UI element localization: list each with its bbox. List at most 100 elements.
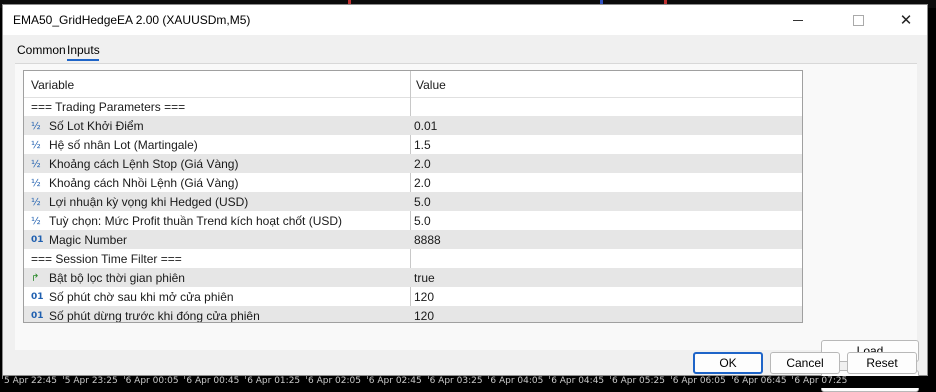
table-header: Variable Value	[24, 71, 802, 98]
table-row[interactable]: ½ Tuỳ chọn: Mức Profit thuần Trend kích h…	[24, 211, 802, 230]
table-row[interactable]: === Trading Parameters ===	[24, 97, 802, 116]
axis-tick	[488, 376, 490, 379]
axis-date-label: 6 Apr 02:45	[368, 376, 422, 386]
active-tab-indicator	[67, 59, 99, 61]
integer-icon: 01	[31, 235, 44, 245]
axis-date-label: 6 Apr 05:25	[612, 376, 665, 386]
axis-tick	[123, 376, 125, 379]
axis-date-label: 6 Apr 01:25	[247, 376, 301, 386]
axis-date-label: 6 Apr 00:45	[186, 376, 240, 386]
table-row[interactable]: === Session Time Filter ===	[24, 249, 802, 268]
cancel-button[interactable]: Cancel	[770, 352, 840, 374]
table-row[interactable]: ↱ Bật bộ lọc thời gian phiên true	[24, 268, 802, 287]
value-cell[interactable]: 5.0	[414, 195, 431, 209]
axis-tick	[366, 376, 368, 379]
axis-tick	[427, 376, 429, 379]
variable-cell: ½ Số Lot Khởi Điểm	[31, 119, 144, 133]
variable-name: Hệ số nhân Lot (Martingale)	[49, 138, 198, 152]
tab-common[interactable]: Common	[17, 43, 66, 57]
variable-name: Số phút dừng trước khi đóng cửa phiên	[49, 309, 260, 323]
minimize-button[interactable]	[775, 5, 821, 35]
variable-cell: ½ Khoảng cách Lệnh Stop (Giá Vàng)	[31, 157, 238, 171]
variable-name: Bật bộ lọc thời gian phiên	[49, 271, 185, 285]
bool-icon: ↱	[31, 272, 40, 284]
variable-cell: === Trading Parameters ===	[31, 100, 185, 114]
value-cell[interactable]: 0.01	[414, 119, 437, 133]
value-cell[interactable]: 120	[414, 309, 434, 322]
table-row[interactable]: ½ Hệ số nhân Lot (Martingale) 1.5	[24, 135, 802, 154]
axis-date-label: 6 Apr 00:05	[125, 376, 179, 386]
double-icon: ½	[31, 215, 41, 227]
ok-button[interactable]: OK	[693, 352, 763, 374]
axis-tick	[610, 376, 611, 379]
variable-name: Số Lot Khởi Điểm	[49, 119, 144, 133]
double-icon: ½	[31, 139, 41, 151]
axis-tick	[792, 376, 794, 379]
axis-tick	[731, 376, 733, 379]
variable-name: Khoảng cách Lệnh Stop (Giá Vàng)	[49, 157, 239, 171]
axis-tick	[549, 376, 551, 379]
table-row[interactable]: ½ Lợi nhuận kỳ vọng khi Hedged (USD) 5.0	[24, 192, 802, 211]
axis-tick	[670, 376, 672, 379]
table-row[interactable]: 01 Số phút dừng trước khi đóng cửa phiên 1…	[24, 306, 802, 323]
double-icon: ½	[31, 177, 41, 189]
title-bar[interactable]: EMA50_GridHedgeEA 2.00 (XAUUSDm,M5) ✕	[3, 5, 927, 35]
chart-time-axis: 5 Apr 22:45 5 Apr 23:25 6 Apr 00:05 6 Apr 0…	[0, 376, 936, 388]
inputs-panel: Variable Value === Trading Parameters ==…	[15, 63, 919, 392]
axis-date-label: 6 Apr 04:45	[551, 376, 605, 386]
variable-cell: 01 Magic Number	[31, 233, 127, 247]
variable-name: Tuỳ chọn: Mức Profit thuần Trend kích ho…	[49, 214, 343, 228]
axis-date-label: 6 Apr 07:25	[794, 376, 848, 386]
table-row[interactable]: ½ Số Lot Khởi Điểm 0.01	[24, 116, 802, 135]
axis-tick	[245, 376, 247, 379]
minimize-icon	[793, 19, 803, 21]
variable-cell: === Session Time Filter ===	[31, 252, 182, 266]
window-title: EMA50_GridHedgeEA 2.00 (XAUUSDm,M5)	[13, 13, 251, 27]
axis-tick	[2, 376, 3, 379]
value-cell[interactable]: true	[414, 271, 435, 285]
value-cell[interactable]: 8888	[414, 233, 441, 247]
integer-icon: 01	[31, 292, 44, 302]
axis-date-label: 6 Apr 03:25	[429, 376, 483, 386]
double-icon: ½	[31, 196, 41, 208]
reset-button[interactable]: Reset	[847, 352, 917, 374]
axis-date-label: 6 Apr 06:05	[672, 376, 726, 386]
axis-date-label: 6 Apr 04:05	[490, 376, 544, 386]
variable-cell: ½ Tuỳ chọn: Mức Profit thuần Trend kích h…	[31, 214, 342, 228]
variable-name: Lợi nhuận kỳ vọng khi Hedged (USD)	[49, 195, 249, 209]
variable-cell: 01 Số phút chờ sau khi mở cửa phiên	[31, 290, 234, 304]
value-cell[interactable]: 2.0	[414, 176, 431, 190]
close-button[interactable]: ✕	[883, 5, 929, 35]
axis-tick	[184, 376, 186, 379]
table-row[interactable]: 01 Số phút chờ sau khi mở cửa phiên 120	[24, 287, 802, 306]
axis-date-label: 6 Apr 06:45	[733, 376, 787, 386]
tab-inputs[interactable]: Inputs	[67, 43, 100, 57]
maximize-button[interactable]	[835, 5, 881, 35]
ea-input-dialog: EMA50_GridHedgeEA 2.00 (XAUUSDm,M5) ✕ Co…	[2, 4, 928, 392]
value-cell[interactable]: 2.0	[414, 157, 431, 171]
axis-date-label: 6 Apr 02:05	[308, 376, 361, 386]
maximize-icon	[852, 14, 864, 26]
column-header-value[interactable]: Value	[416, 78, 446, 92]
variable-name: === Trading Parameters ===	[31, 100, 186, 114]
variable-name: === Session Time Filter ===	[31, 252, 182, 266]
axis-tick	[62, 376, 64, 379]
table-row[interactable]: ½ Khoảng cách Nhồi Lệnh (Giá Vàng) 2.0	[24, 173, 802, 192]
table-row[interactable]: ½ Khoảng cách Lệnh Stop (Giá Vàng) 2.0	[24, 154, 802, 173]
variable-name: Khoảng cách Nhồi Lệnh (Giá Vàng)	[49, 176, 239, 190]
column-header-variable[interactable]: Variable	[31, 78, 74, 92]
value-cell[interactable]: 5.0	[414, 214, 431, 228]
axis-tick	[306, 376, 307, 379]
double-icon: ½	[31, 120, 41, 132]
table-row[interactable]: 01 Magic Number 8888	[24, 230, 802, 249]
variable-name: Số phút chờ sau khi mở cửa phiên	[49, 290, 234, 304]
integer-icon: 01	[31, 311, 44, 321]
inputs-table: Variable Value === Trading Parameters ==…	[23, 70, 803, 323]
double-icon: ½	[31, 158, 41, 170]
value-cell[interactable]: 1.5	[414, 138, 431, 152]
table-rows: === Trading Parameters === ½ Số Lot Khởi Đ…	[24, 97, 802, 323]
variable-cell: ½ Lợi nhuận kỳ vọng khi Hedged (USD)	[31, 195, 248, 209]
value-cell[interactable]: 120	[414, 290, 434, 304]
close-icon: ✕	[899, 11, 913, 29]
variable-cell: ½ Khoảng cách Nhồi Lệnh (Giá Vàng)	[31, 176, 238, 190]
